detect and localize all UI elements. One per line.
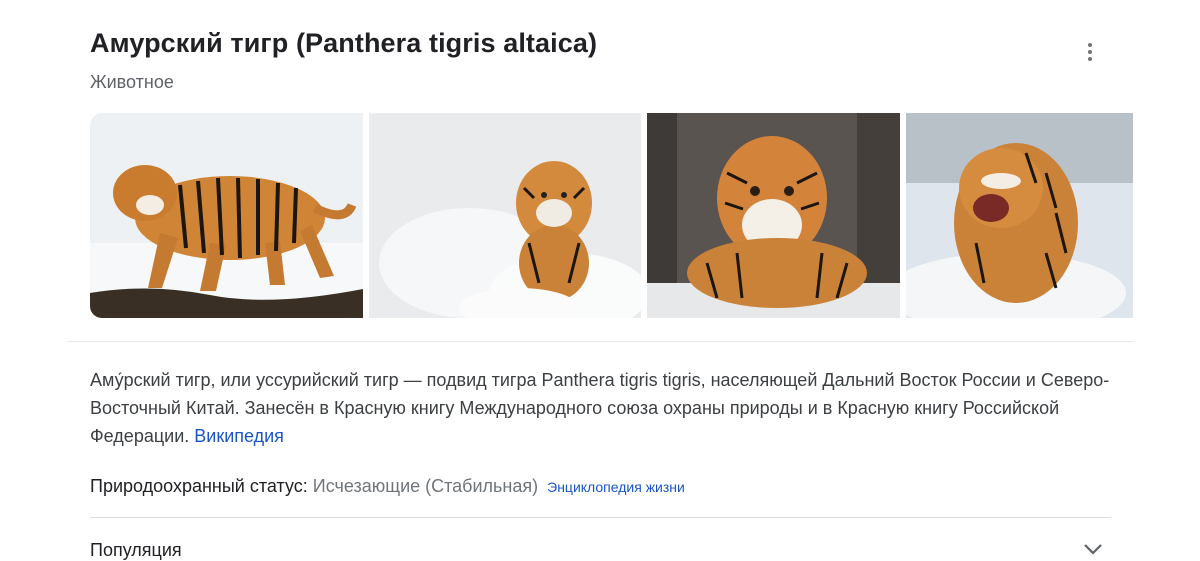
population-section-header[interactable]: Популяция — [90, 540, 182, 561]
eol-link[interactable]: Энциклопедия жизни — [547, 479, 685, 495]
image-gallery — [90, 113, 1133, 318]
conservation-status: Природоохранный статус: Исчезающие (Стаб… — [90, 476, 685, 497]
page-title: Амурский тигр (Panthera tigris altaica) — [90, 28, 598, 58]
tiger-snarling-image — [906, 113, 1133, 318]
tiger-walking-image — [90, 113, 363, 318]
gallery-image-1[interactable] — [90, 113, 363, 318]
gallery-image-2[interactable] — [369, 113, 641, 318]
tiger-portrait-image — [647, 113, 900, 318]
description: Аму́рский тигр, или уссурийский тигр — п… — [90, 366, 1120, 450]
chevron-down-icon[interactable] — [1083, 543, 1103, 555]
section-divider — [90, 517, 1111, 518]
gallery-image-3[interactable] — [647, 113, 900, 318]
more-options-button[interactable] — [1076, 36, 1104, 68]
section-divider — [68, 341, 1133, 342]
gallery-image-4[interactable] — [906, 113, 1133, 318]
status-label: Природоохранный статус: — [90, 476, 308, 496]
tiger-running-image — [369, 113, 641, 318]
more-vert-icon — [1088, 43, 1092, 47]
wikipedia-link[interactable]: Википедия — [194, 426, 284, 446]
status-value[interactable]: Исчезающие (Стабильная) — [313, 476, 538, 496]
entity-type: Животное — [90, 72, 174, 92]
